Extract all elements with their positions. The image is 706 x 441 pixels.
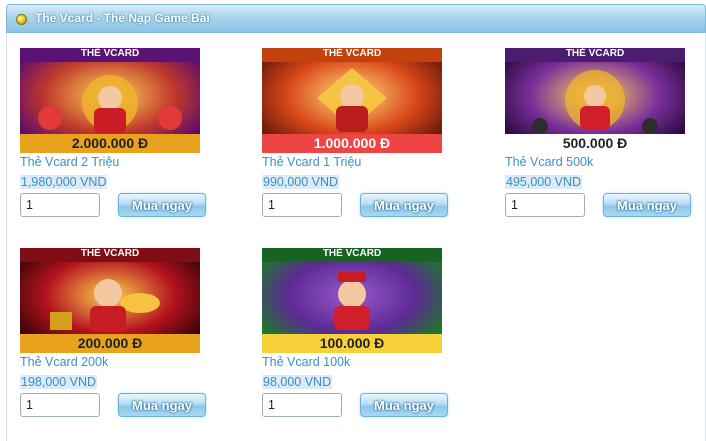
quantity-input[interactable] [262, 193, 342, 217]
product-name[interactable]: Thẻ Vcard 500k [505, 155, 593, 169]
product-name[interactable]: Thẻ Vcard 100k [262, 355, 350, 369]
card-brand-label: THẺ VCARD [565, 48, 625, 59]
product-price: 1,980,000 VND [20, 175, 108, 189]
product-price: 990,000 VND [262, 175, 340, 189]
product-panel: Thẻ Vcard - Thẻ Nạp Game Bài THẺ VCARD 2… [0, 0, 706, 441]
card-amount-label: 500.000 Đ [562, 135, 628, 151]
product-image[interactable]: THẺ VCARD 200.000 Đ [20, 248, 200, 353]
card-amount-label: 100.000 Đ [319, 335, 385, 351]
quantity-input[interactable] [262, 393, 342, 417]
product-image[interactable]: THẺ VCARD 2.000.000 Đ [20, 48, 200, 153]
product-name[interactable]: Thẻ Vcard 200k [20, 355, 108, 369]
product-price: 198,000 VND [20, 375, 98, 389]
card-brand-label: THẺ VCARD [322, 248, 382, 259]
product-name[interactable]: Thẻ Vcard 1 Triệu [262, 155, 361, 169]
product-card: THẺ VCARD 2.000.000 Đ Thẻ Vcard 2 Triệu … [20, 48, 220, 238]
product-price: 495,000 VND [505, 175, 583, 189]
product-image[interactable]: THẺ VCARD 500.000 Đ [505, 48, 685, 153]
quantity-input[interactable] [505, 193, 585, 217]
buy-now-button[interactable]: Mua ngay [360, 193, 448, 217]
card-amount-label: 200.000 Đ [77, 335, 143, 351]
card-amount-label: 1.000.000 Đ [313, 135, 391, 151]
product-card: THẺ VCARD 100.000 Đ Thẻ Vcard 100k 98,00… [262, 248, 462, 438]
buy-now-button[interactable]: Mua ngay [603, 193, 691, 217]
buy-now-button[interactable]: Mua ngay [118, 393, 206, 417]
buy-now-button[interactable]: Mua ngay [118, 193, 206, 217]
product-price: 98,000 VND [262, 375, 333, 389]
buy-now-button[interactable]: Mua ngay [360, 393, 448, 417]
product-image[interactable]: THẺ VCARD 1.000.000 Đ [262, 48, 442, 153]
card-brand-label: THẺ VCARD [322, 48, 382, 59]
product-card: THẺ VCARD 1.000.000 Đ Thẻ Vcard 1 Triệu … [262, 48, 462, 238]
quantity-input[interactable] [20, 193, 100, 217]
card-amount-label: 2.000.000 Đ [71, 135, 149, 151]
product-card: THẺ VCARD 500.000 Đ Thẻ Vcard 500k 495,0… [505, 48, 705, 238]
panel-title: Thẻ Vcard - Thẻ Nạp Game Bài [35, 11, 210, 25]
quantity-input[interactable] [20, 393, 100, 417]
coin-icon [16, 14, 27, 25]
panel-header: Thẻ Vcard - Thẻ Nạp Game Bài [6, 4, 706, 33]
product-name[interactable]: Thẻ Vcard 2 Triệu [20, 155, 119, 169]
card-brand-label: THẺ VCARD [80, 248, 140, 259]
product-card: THẺ VCARD 200.000 Đ Thẻ Vcard 200k 198,0… [20, 248, 220, 438]
product-image[interactable]: THẺ VCARD 100.000 Đ [262, 248, 442, 353]
card-brand-label: THẺ VCARD [80, 48, 140, 59]
